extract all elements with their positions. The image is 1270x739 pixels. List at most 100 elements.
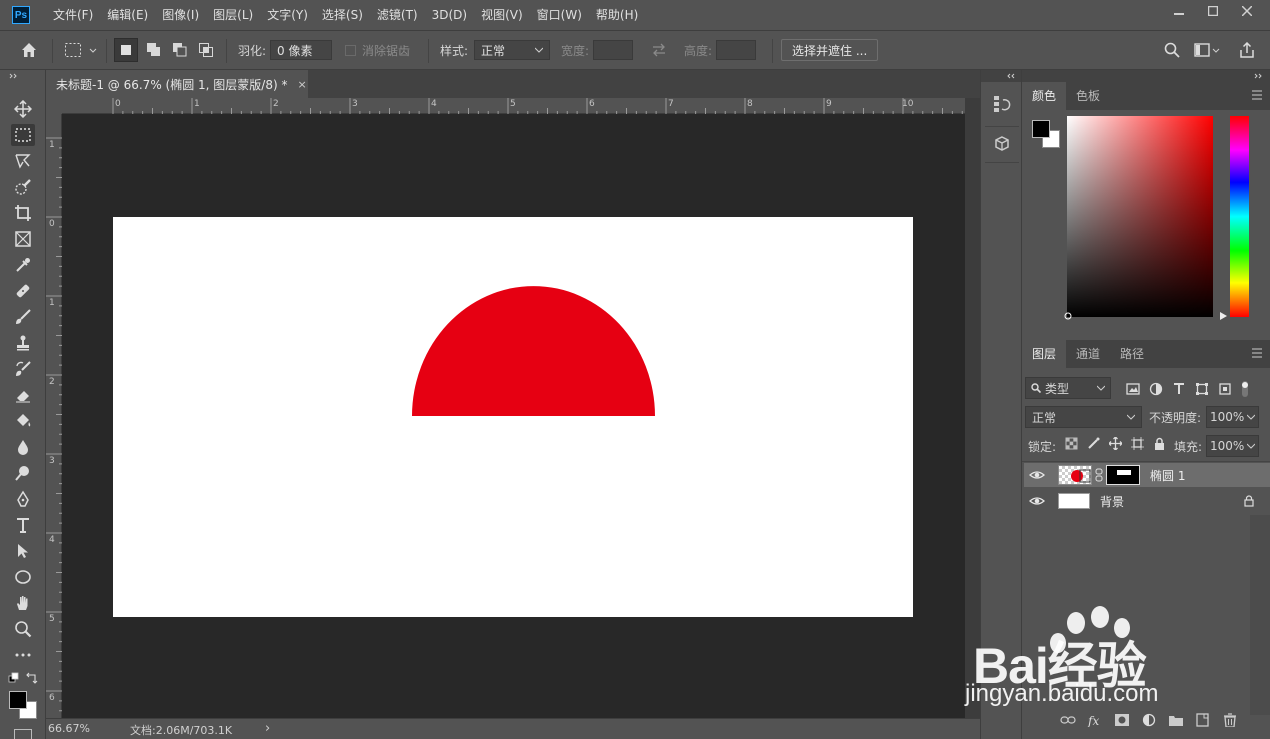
tab-swatches[interactable]: 色板 xyxy=(1066,82,1110,110)
fill-input[interactable]: 100% xyxy=(1206,435,1259,457)
layer-name[interactable]: 椭圆 1 xyxy=(1150,467,1185,484)
brush-tool[interactable] xyxy=(11,306,35,328)
smart-object-filter-icon[interactable] xyxy=(1218,382,1232,396)
close-window-button[interactable] xyxy=(1230,0,1264,22)
new-group-icon[interactable] xyxy=(1168,713,1184,727)
link-layers-icon[interactable] xyxy=(1060,714,1076,726)
tab-channels[interactable]: 通道 xyxy=(1066,340,1110,368)
layer-name[interactable]: 背景 xyxy=(1100,493,1124,510)
new-selection-button[interactable] xyxy=(114,38,138,62)
rectangular-marquee-tool[interactable] xyxy=(11,124,35,146)
menu-image[interactable]: 图像(I) xyxy=(155,0,206,30)
add-mask-icon[interactable] xyxy=(1114,713,1130,727)
hand-tool[interactable] xyxy=(11,592,35,614)
healing-brush-tool[interactable] xyxy=(11,280,35,302)
paint-bucket-tool[interactable] xyxy=(11,410,35,432)
pen-tool[interactable] xyxy=(11,488,35,510)
visibility-eye-icon[interactable] xyxy=(1024,468,1050,482)
canvas-area[interactable] xyxy=(62,114,965,718)
pixel-filter-icon[interactable] xyxy=(1126,382,1140,396)
new-layer-icon[interactable] xyxy=(1195,713,1211,727)
history-panel-button[interactable] xyxy=(992,94,1012,114)
add-selection-button[interactable] xyxy=(142,38,166,62)
adjustment-layer-icon[interactable] xyxy=(1141,713,1157,727)
menu-file[interactable]: 文件(F) xyxy=(46,0,100,30)
visibility-eye-icon[interactable] xyxy=(1024,494,1050,508)
marquee-preset-button[interactable] xyxy=(64,31,98,69)
layer-row-ellipse[interactable]: 椭圆 1 xyxy=(1024,463,1270,487)
history-brush-tool[interactable] xyxy=(11,358,35,380)
select-and-mask-button[interactable]: 选择并遮住 ... xyxy=(781,39,879,61)
status-menu-arrow[interactable]: › xyxy=(265,721,270,736)
3d-panel-button[interactable] xyxy=(992,134,1012,154)
trash-icon[interactable] xyxy=(1222,713,1238,727)
lock-all-icon[interactable] xyxy=(1153,437,1166,450)
maximize-button[interactable] xyxy=(1196,0,1230,22)
antialias-checkbox[interactable] xyxy=(345,44,356,56)
shape-filter-icon[interactable] xyxy=(1195,382,1209,396)
eraser-tool[interactable] xyxy=(11,384,35,406)
frame-tool[interactable] xyxy=(11,228,35,250)
lock-artboard-icon[interactable] xyxy=(1131,437,1144,450)
width-input[interactable] xyxy=(593,40,634,60)
red-semicircle-shape[interactable] xyxy=(412,286,655,416)
document-tab[interactable]: 未标题-1 @ 66.7% (椭圆 1, 图层蒙版/8) * × xyxy=(46,70,308,98)
lock-position-icon[interactable] xyxy=(1109,437,1122,450)
height-input[interactable] xyxy=(716,40,757,60)
type-tool[interactable] xyxy=(11,514,35,536)
lasso-tool[interactable] xyxy=(11,150,35,172)
move-tool[interactable] xyxy=(11,98,35,120)
crop-tool[interactable] xyxy=(11,202,35,224)
ellipse-tool[interactable] xyxy=(11,566,35,588)
opacity-input[interactable]: 100% xyxy=(1206,406,1259,428)
collapse-toolbar-icon[interactable] xyxy=(9,72,19,81)
blur-tool[interactable] xyxy=(11,436,35,458)
foreground-background-colors[interactable] xyxy=(8,690,40,722)
filter-toggle-icon[interactable] xyxy=(1241,380,1249,398)
style-select[interactable]: 正常 xyxy=(474,40,551,60)
close-tab-button[interactable]: × xyxy=(297,78,306,91)
zoom-level[interactable]: 66.67% xyxy=(48,722,90,735)
layer-row-background[interactable]: 背景 xyxy=(1024,489,1270,513)
tab-layers[interactable]: 图层 xyxy=(1022,340,1067,368)
dodge-tool[interactable] xyxy=(11,462,35,484)
menu-view[interactable]: 视图(V) xyxy=(474,0,530,30)
menu-filter[interactable]: 滤镜(T) xyxy=(370,0,425,30)
tab-paths[interactable]: 路径 xyxy=(1110,340,1154,368)
panel-menu-icon[interactable] xyxy=(1252,90,1262,100)
blend-mode-select[interactable]: 正常 xyxy=(1025,406,1142,428)
intersect-selection-button[interactable] xyxy=(194,38,218,62)
feather-input[interactable]: 0 像素 xyxy=(270,40,333,60)
minimize-button[interactable] xyxy=(1162,0,1196,22)
swap-colors-icon[interactable] xyxy=(26,672,38,684)
type-filter-icon[interactable] xyxy=(1172,382,1186,396)
lock-pixels-icon[interactable] xyxy=(1087,437,1100,450)
layer-mask-thumbnail[interactable] xyxy=(1106,465,1140,485)
share-button[interactable] xyxy=(1239,31,1255,69)
hue-slider[interactable] xyxy=(1230,116,1249,317)
swap-dimensions-button[interactable] xyxy=(651,31,667,69)
document-canvas[interactable] xyxy=(113,217,913,617)
adjustment-filter-icon[interactable] xyxy=(1149,382,1163,396)
color-saturation-brightness-field[interactable] xyxy=(1064,116,1213,320)
more-tools-button[interactable] xyxy=(11,644,35,666)
menu-window[interactable]: 窗口(W) xyxy=(530,0,589,30)
workspace-button[interactable] xyxy=(1194,31,1220,69)
lock-transparency-icon[interactable] xyxy=(1065,437,1078,450)
hue-slider-handle-icon[interactable] xyxy=(1220,312,1228,320)
path-selection-tool[interactable] xyxy=(11,540,35,562)
home-button[interactable] xyxy=(20,31,38,69)
default-colors-icon[interactable] xyxy=(8,672,19,683)
color-panel-foreground-swatch[interactable] xyxy=(1032,120,1050,138)
fx-icon[interactable]: fx xyxy=(1087,713,1103,727)
layer-filter-select[interactable]: 类型 xyxy=(1025,377,1111,399)
clone-stamp-tool[interactable] xyxy=(11,332,35,354)
mask-link-icon[interactable] xyxy=(1095,468,1103,482)
menu-3d[interactable]: 3D(D) xyxy=(425,0,474,30)
menu-help[interactable]: 帮助(H) xyxy=(589,0,645,30)
menu-select[interactable]: 选择(S) xyxy=(315,0,370,30)
quick-selection-tool[interactable] xyxy=(11,176,35,198)
menu-edit[interactable]: 编辑(E) xyxy=(100,0,155,30)
eyedropper-tool[interactable] xyxy=(11,254,35,276)
foreground-color-swatch[interactable] xyxy=(9,691,27,709)
